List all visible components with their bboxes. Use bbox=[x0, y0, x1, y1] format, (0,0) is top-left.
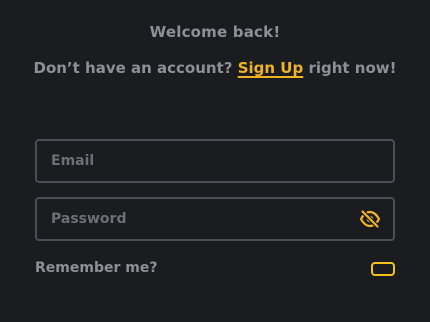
signup-link[interactable]: Sign Up bbox=[238, 59, 304, 77]
signup-prefix-text: Don’t have an account? bbox=[33, 59, 233, 77]
email-field-container bbox=[35, 139, 395, 183]
eye-off-icon[interactable] bbox=[359, 209, 381, 229]
remember-me-label: Remember me? bbox=[35, 260, 158, 276]
signup-suffix-text: right now! bbox=[308, 59, 397, 77]
signup-prompt: Don’t have an account? Sign Up right now… bbox=[0, 59, 430, 77]
email-input[interactable] bbox=[37, 141, 351, 181]
password-input[interactable] bbox=[37, 199, 351, 239]
remember-me-toggle[interactable] bbox=[371, 262, 395, 276]
page-title: Welcome back! bbox=[149, 23, 281, 41]
password-field-container bbox=[35, 197, 395, 241]
login-page: Welcome back! Don’t have an account? Sig… bbox=[0, 0, 430, 322]
